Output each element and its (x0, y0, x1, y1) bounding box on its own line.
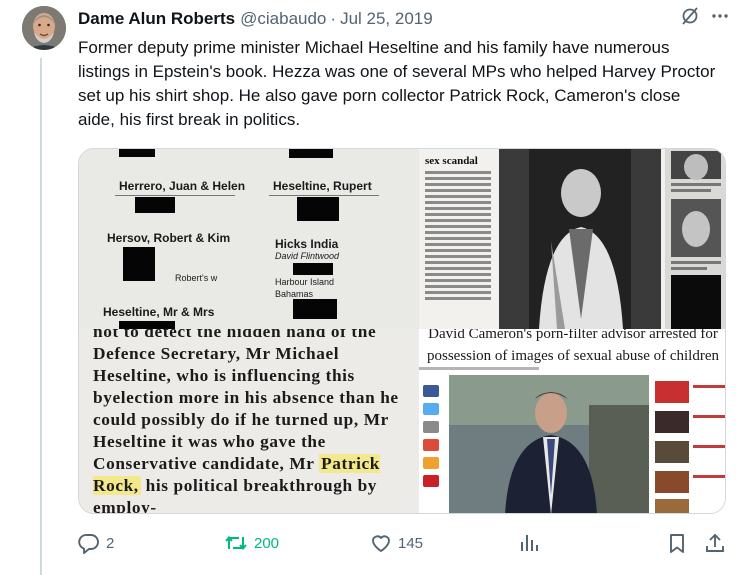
newspaper-photo (499, 149, 661, 329)
thread-line (40, 58, 42, 575)
sidebar-label (693, 415, 725, 418)
book-entry: Heseltine, Rupert (273, 179, 372, 193)
sidebar-thumbnail (655, 441, 689, 463)
tweet-header: Dame Alun Roberts @ciabaudo · Jul 25, 20… (78, 6, 730, 30)
heart-icon (372, 535, 390, 552)
article-photo (449, 375, 649, 513)
share-buttons (423, 385, 441, 493)
bookmark-icon (670, 534, 684, 553)
article-headline-main: possession of images of sexual abuse of … (426, 348, 720, 364)
reply-count: 2 (106, 534, 115, 552)
views-button[interactable] (518, 530, 540, 556)
sidebar-thumbnail (655, 411, 689, 433)
sidebar-thumbnail (655, 381, 689, 403)
like-button[interactable]: 145 (370, 530, 423, 556)
reply-button[interactable]: 2 (78, 530, 114, 556)
redaction-bar (293, 263, 333, 275)
address-fragment: Bahamas (275, 289, 314, 299)
tweet-date[interactable]: Jul 25, 2019 (340, 8, 433, 30)
bookmark-button[interactable] (666, 530, 688, 556)
share-icon (706, 533, 724, 552)
redaction-bar (297, 197, 339, 221)
avatar-image (22, 6, 66, 50)
article-headline: David Cameron's porn-filter advisor arre… (419, 329, 725, 367)
address-book-scan: Herrero, Juan & Helen Heseltine, Rupert … (79, 149, 419, 329)
avatar[interactable] (22, 6, 66, 50)
article-sidebar (655, 375, 725, 513)
retweet-button[interactable]: 200 (224, 530, 279, 556)
share-button[interactable] (704, 530, 726, 556)
rule-line (269, 195, 379, 196)
old-newspaper-clipping: not to detect the hidden hand of the Def… (79, 329, 419, 513)
article-headline-top: David Cameron's porn-filter advisor arre… (428, 329, 718, 342)
reply-icon (78, 534, 99, 554)
redaction-bar (119, 149, 155, 157)
user-handle[interactable]: @ciabaudo (240, 8, 326, 30)
media-image[interactable]: Herrero, Juan & Helen Heseltine, Rupert … (78, 148, 726, 514)
newspaper-column (425, 171, 491, 303)
retweet-icon (225, 535, 247, 551)
tweet-actions: 2 200 145 (78, 530, 726, 556)
book-entry: Hersov, Robert & Kim (107, 231, 231, 245)
sidebar-label (693, 475, 725, 478)
redaction-bar (135, 197, 175, 213)
redaction-bar (289, 149, 333, 158)
article-byline (419, 367, 539, 370)
grok-icon[interactable] (680, 6, 700, 26)
clipping-text-before: not to detect the hidden hand of the Def… (93, 329, 399, 473)
book-entry: Heseltine, Mr & Mrs (103, 305, 215, 319)
sidebar-thumbnail (655, 499, 689, 513)
newspaper-clipping: sex scandal (419, 149, 725, 329)
address-fragment: David Flintwood (275, 251, 340, 261)
redaction-bar (119, 321, 175, 329)
display-name[interactable]: Dame Alun Roberts (78, 8, 235, 30)
separator: · (330, 9, 337, 28)
web-article-screenshot: David Cameron's porn-filter advisor arre… (419, 329, 725, 513)
like-count: 145 (398, 534, 424, 552)
sidebar-label (693, 385, 725, 388)
more-icon[interactable] (710, 6, 730, 26)
header-icons (680, 6, 730, 26)
address-fragment: Robert's w (175, 273, 218, 283)
rule-line (115, 195, 235, 196)
redaction-bar (123, 247, 155, 281)
tweet-text: Former deputy prime minister Michael Hes… (78, 38, 716, 129)
newspaper-sidebar (665, 149, 725, 329)
retweet-count: 200 (254, 534, 280, 552)
views-icon (521, 535, 538, 551)
sidebar-thumbnail (655, 471, 689, 493)
address-fragment: Harbour Island (275, 277, 335, 287)
clipping-text: not to detect the hidden hand of the Def… (93, 329, 413, 513)
book-entry: Hicks India (275, 237, 339, 251)
redaction-bar (293, 299, 337, 319)
newspaper-heading: sex scandal (425, 155, 478, 167)
book-entry: Herrero, Juan & Helen (119, 179, 246, 193)
sidebar-label (693, 445, 725, 448)
